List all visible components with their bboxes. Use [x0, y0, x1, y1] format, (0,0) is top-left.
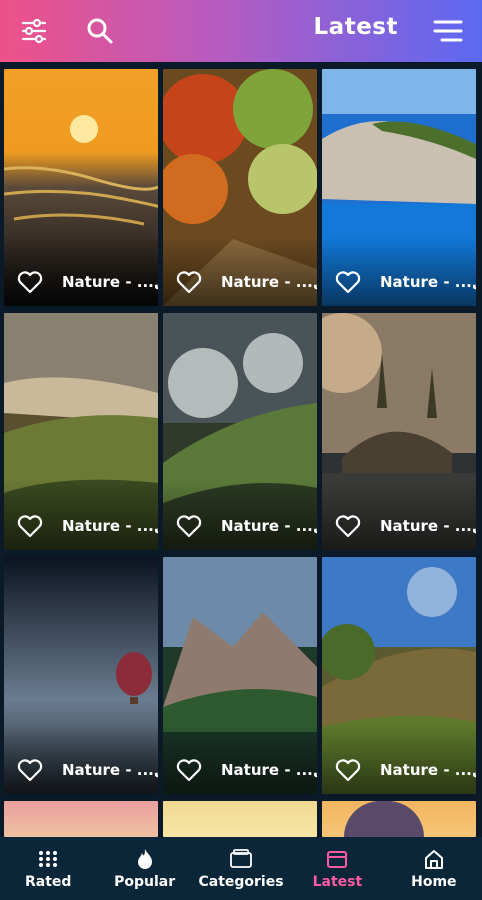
wallpaper-label: Nature - ...ل — [221, 761, 317, 779]
nav-rated[interactable]: Rated — [0, 837, 96, 900]
nav-categories[interactable]: Categories — [193, 837, 289, 900]
favorite-heart-icon[interactable] — [17, 758, 43, 782]
nav-label: Categories — [198, 873, 284, 890]
wallpaper-label: Nature - ...ل — [221, 273, 317, 291]
hamburger-menu-icon[interactable] — [430, 13, 466, 49]
favorite-heart-icon[interactable] — [176, 758, 202, 782]
nav-popular[interactable]: Popular — [96, 837, 192, 900]
wallpaper-card[interactable]: Nature - ...ل — [4, 69, 158, 306]
page-title: Latest — [313, 14, 398, 40]
wallpaper-label: Nature - ...ل — [62, 517, 158, 535]
wallpaper-label: Nature - ...ل — [62, 761, 158, 779]
wallpaper-card[interactable] — [4, 801, 158, 837]
nav-latest[interactable]: Latest — [289, 837, 385, 900]
nav-label: Latest — [312, 873, 363, 890]
folder-icon — [229, 848, 253, 870]
favorite-heart-icon[interactable] — [17, 270, 43, 294]
wallpaper-label: Nature - ...ل — [221, 517, 317, 535]
wallpaper-card[interactable]: Nature - ...ل — [322, 557, 476, 794]
wallpaper-card[interactable]: Nature - ...ل — [163, 69, 317, 306]
wallpaper-card[interactable]: Nature - ...ل — [322, 313, 476, 550]
wallpaper-card[interactable]: Nature - ...ل — [163, 557, 317, 794]
favorite-heart-icon[interactable] — [335, 514, 361, 538]
favorite-heart-icon[interactable] — [335, 758, 361, 782]
dots-grid-icon — [36, 848, 60, 870]
nav-label: Home — [411, 873, 457, 890]
wallpaper-card[interactable]: Nature - ...ل — [322, 69, 476, 306]
favorite-heart-icon[interactable] — [176, 514, 202, 538]
bottom-navigation: Rated Popular Categories Latest Home — [0, 837, 482, 900]
favorite-heart-icon[interactable] — [176, 270, 202, 294]
search-icon[interactable] — [82, 13, 118, 49]
flame-icon — [133, 848, 157, 870]
wallpaper-card[interactable] — [163, 801, 317, 837]
home-icon — [422, 848, 446, 870]
wallpaper-grid: Nature - ...ل Nature - ...ل Nature - ...… — [0, 62, 482, 837]
top-app-bar: Latest — [0, 0, 482, 62]
wallpaper-card[interactable]: Nature - ...ل — [4, 557, 158, 794]
nav-label: Popular — [114, 873, 176, 890]
wallpaper-card[interactable]: Nature - ...ل — [163, 313, 317, 550]
wallpaper-card[interactable]: Nature - ...ل — [4, 313, 158, 550]
wallpaper-card[interactable] — [322, 801, 476, 837]
wallpaper-label: Nature - ...ل — [62, 273, 158, 291]
favorite-heart-icon[interactable] — [335, 270, 361, 294]
wallpaper-label: Nature - ...ل — [380, 517, 476, 535]
filter-sliders-icon[interactable] — [16, 13, 52, 49]
nav-home[interactable]: Home — [386, 837, 482, 900]
calendar-icon — [325, 848, 349, 870]
wallpaper-label: Nature - ...ل — [380, 273, 476, 291]
favorite-heart-icon[interactable] — [17, 514, 43, 538]
wallpaper-label: Nature - ...ل — [380, 761, 476, 779]
nav-label: Rated — [24, 873, 72, 890]
